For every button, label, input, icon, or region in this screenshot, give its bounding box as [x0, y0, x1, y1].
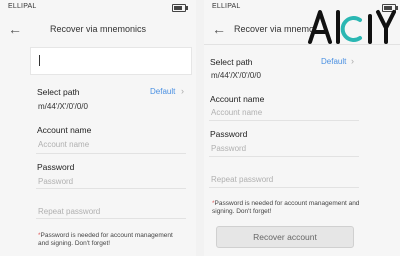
default-path-link[interactable]: Default: [150, 87, 175, 96]
select-path-label: Select path: [37, 87, 80, 97]
repeat-password-underline: [36, 218, 186, 219]
select-path-label: Select path: [210, 57, 253, 67]
password-note: *Password is needed for account manageme…: [38, 232, 173, 247]
carrier-label: ELLIPAL: [8, 3, 37, 10]
battery-icon: [172, 4, 188, 12]
account-name-underline: [209, 120, 359, 121]
repeat-password-input[interactable]: Repeat password: [211, 175, 273, 184]
carrier-label: ELLIPAL: [212, 3, 241, 10]
password-label: Password: [37, 162, 75, 172]
account-name-input[interactable]: Account name: [38, 140, 89, 149]
page-title: Recover via mnemo: [234, 24, 315, 34]
password-underline: [36, 188, 186, 189]
watermark-logo: [308, 10, 396, 44]
password-input[interactable]: Password: [38, 177, 73, 186]
password-label: Password: [210, 129, 248, 139]
account-name-input[interactable]: Account name: [211, 108, 262, 117]
recover-account-button[interactable]: Recover account: [216, 226, 354, 248]
repeat-password-input[interactable]: Repeat password: [38, 207, 100, 216]
chevron-right-icon[interactable]: ›: [181, 86, 184, 96]
password-input[interactable]: Password: [211, 144, 246, 153]
repeat-password-underline: [209, 187, 359, 188]
back-arrow-icon[interactable]: ←: [212, 22, 226, 36]
account-name-label: Account name: [210, 94, 265, 104]
left-screen: ELLIPAL ← Recover via mnemonics Select p…: [0, 0, 196, 256]
chevron-right-icon[interactable]: ›: [351, 56, 354, 66]
path-value[interactable]: m/44'/X'/0'/0/0: [38, 102, 88, 111]
account-name-label: Account name: [37, 125, 92, 135]
page-title: Recover via mnemonics: [49, 24, 147, 34]
password-underline: [209, 156, 359, 157]
path-value[interactable]: m/44'/X'/0'/0/0: [211, 71, 261, 80]
password-note: *Password is needed for account manageme…: [212, 200, 360, 215]
status-bar: ELLIPAL: [0, 0, 196, 14]
default-path-link[interactable]: Default: [321, 57, 346, 66]
account-name-underline: [36, 153, 186, 154]
text-cursor: [39, 55, 40, 66]
mnemonic-input[interactable]: [30, 47, 192, 75]
top-bar: ← Recover via mnemonics: [0, 16, 196, 44]
